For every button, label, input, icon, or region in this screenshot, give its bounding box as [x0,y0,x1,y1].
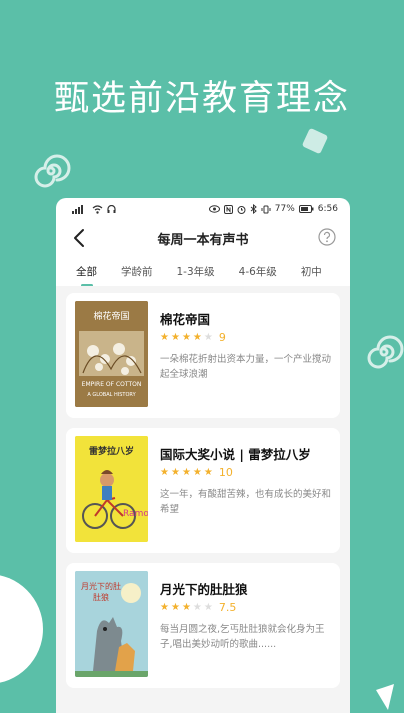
headline: 甄选前沿教育理念 [53,79,350,119]
tab-junior-high[interactable]: 初中 [293,264,330,279]
star-empty-icon: ★ [192,601,202,613]
tab-grade-1-3[interactable]: 1-3年级 [169,264,223,279]
book-card[interactable]: 棉花帝国 EMPIRE OF COTTON A GLOBAL HISTORY 棉… [66,293,340,418]
battery-percent: 77% [274,204,295,214]
alarm-icon [237,205,246,214]
star-icon: ★ [160,331,169,343]
book-desc: 一朵棉花折射出资本力量，一个产业搅动起全球浪潮 [160,354,332,380]
headset-icon [107,204,116,213]
book-desc: 这一年，有酸甜苦辣，也有成长的美好和希望 [160,489,332,515]
cover-title: 棉花帝国 [93,312,130,322]
book-title: 国际大奖小说 | 雷梦拉八岁 [160,447,311,462]
triangle-deco [376,684,394,710]
tab-label: 学龄前 [121,265,153,278]
rating-value: 7.5 [218,601,237,614]
status-left-icons [72,204,116,214]
star-icon: ★ [192,466,202,478]
book-title: 月光下的肚肚狼 [160,582,248,597]
back-icon[interactable] [68,226,92,250]
tab-label: 4-6年级 [238,265,277,278]
swirl-right-deco [367,335,404,369]
tab-grade-4-6[interactable]: 4-6年级 [231,264,285,279]
rating: ★ ★ ★ ★ ★ 9 [160,331,226,344]
star-icon: ★ [181,331,191,343]
star-icon: ★ [181,466,191,478]
cover-subtitle: A GLOBAL HISTORY [87,392,136,398]
tab-all[interactable]: 全部 [68,264,105,287]
book-list: 棉花帝国 EMPIRE OF COTTON A GLOBAL HISTORY 棉… [56,286,350,713]
status-time: 6:56 [317,204,338,214]
star-empty-icon: ★ [203,331,213,343]
phone-screen: 77% 6:56 每周一本有声书 全部 学龄前 1-3年级 4-6年级 初中 棉… [56,198,350,713]
status-bar: 77% 6:56 [56,198,350,220]
nfc-icon [223,204,233,214]
book-cover: 月光下的肚肚狼 [75,571,148,677]
cover-title: 雷梦拉八岁 [88,447,134,457]
star-empty-icon: ★ [203,601,213,613]
diamond-deco [302,128,328,154]
vibrate-icon [261,205,271,213]
rating: ★ ★ ★ ★ ★ 7.5 [160,601,236,614]
rating-value: 10 [218,466,233,479]
star-icon: ★ [192,331,202,343]
tab-label: 1-3年级 [176,265,215,278]
tab-label: 全部 [76,265,97,278]
star-icon: ★ [170,331,180,343]
star-icon: ★ [181,601,191,613]
svg-text:Ramona: Ramona [123,509,148,519]
tab-label: 初中 [300,265,322,278]
book-title: 棉花帝国 [160,312,211,327]
star-icon: ★ [203,466,213,478]
rating-value: 9 [218,331,226,344]
rating: ★ ★ ★ ★ ★ 10 [160,466,233,479]
star-icon: ★ [170,601,180,613]
cover-title: 月光下的肚肚狼 [81,582,121,602]
book-cover: Ramona 雷梦拉八岁 [75,436,148,542]
book-cover: 棉花帝国 EMPIRE OF COTTON A GLOBAL HISTORY [75,301,148,407]
signal-icon [72,204,83,214]
nav-bar: 每周一本有声书 [56,220,350,256]
page-title: 每周一本有声书 [157,232,249,248]
tab-preschool[interactable]: 学龄前 [113,264,161,279]
book-desc: 每当月圆之夜,乞丐肚肚狼就会化身为王子,唱出美妙动听的歌曲...... [160,624,325,650]
category-tabs: 全部 学龄前 1-3年级 4-6年级 初中 [56,256,350,287]
help-icon[interactable] [318,228,336,246]
battery-icon [298,205,314,213]
circle-deco [0,575,43,683]
eye-icon [208,205,220,213]
status-right-icons: 77% 6:56 [208,204,338,214]
star-icon: ★ [170,466,180,478]
star-icon: ★ [160,601,169,613]
star-icon: ★ [160,466,169,478]
swirl-left-deco [34,154,71,188]
book-card[interactable]: 月光下的肚肚狼 月光下的肚肚狼 ★ ★ ★ ★ ★ 7.5 每当月圆之夜,乞丐肚… [66,563,340,688]
book-card[interactable]: Ramona 雷梦拉八岁 国际大奖小说 | 雷梦拉八岁 ★ ★ ★ ★ ★ 10… [66,428,340,553]
bluetooth-icon [250,204,257,214]
wifi-icon [92,204,103,214]
cover-en-title: EMPIRE OF COTTON [81,381,142,388]
